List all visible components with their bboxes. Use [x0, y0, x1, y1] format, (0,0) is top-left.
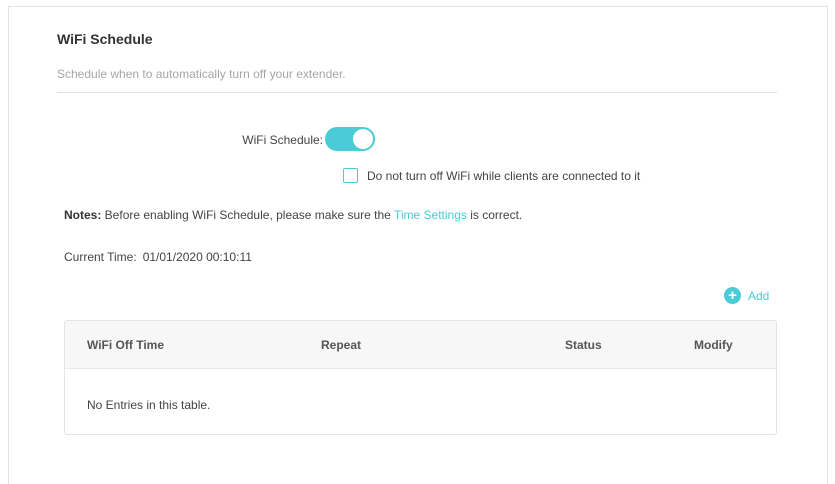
wifi-schedule-toggle[interactable] — [325, 127, 375, 151]
column-header-repeat: Repeat — [321, 338, 362, 352]
plus-circle-icon: + — [724, 287, 741, 304]
notes-label: Notes: — [64, 208, 102, 222]
clients-connected-label[interactable]: Do not turn off WiFi while clients are c… — [367, 169, 640, 183]
current-time-value: 01/01/2020 00:10:11 — [142, 250, 252, 264]
empty-table-message: No Entries in this table. — [87, 398, 211, 412]
add-label: Add — [748, 288, 770, 303]
page-title: WiFi Schedule — [57, 31, 153, 47]
wifi-schedule-label: WiFi Schedule: — [242, 133, 323, 147]
clients-connected-option: Do not turn off WiFi while clients are c… — [343, 168, 640, 183]
current-time: Current Time: 01/01/2020 00:10:11 — [64, 250, 252, 264]
column-header-modify: Modify — [694, 338, 733, 352]
toggle-knob — [353, 129, 373, 149]
add-button[interactable]: + Add — [724, 287, 769, 304]
column-header-wifi-off-time: WiFi Off Time — [87, 338, 165, 352]
schedule-table: WiFi Off Time Repeat Status Modify No En… — [64, 320, 777, 435]
notes-text-before: Before enabling WiFi Schedule, please ma… — [101, 208, 394, 222]
notes-text-after: is correct. — [466, 208, 523, 222]
page-subtitle: Schedule when to automatically turn off … — [57, 67, 346, 81]
current-time-label: Current Time: — [64, 250, 137, 264]
clients-connected-checkbox[interactable] — [343, 168, 358, 183]
divider — [57, 92, 777, 93]
table-header: WiFi Off Time Repeat Status Modify — [65, 321, 776, 369]
notes: Notes: Before enabling WiFi Schedule, pl… — [64, 208, 522, 222]
column-header-status: Status — [565, 338, 602, 352]
time-settings-link[interactable]: Time Settings — [394, 208, 467, 222]
